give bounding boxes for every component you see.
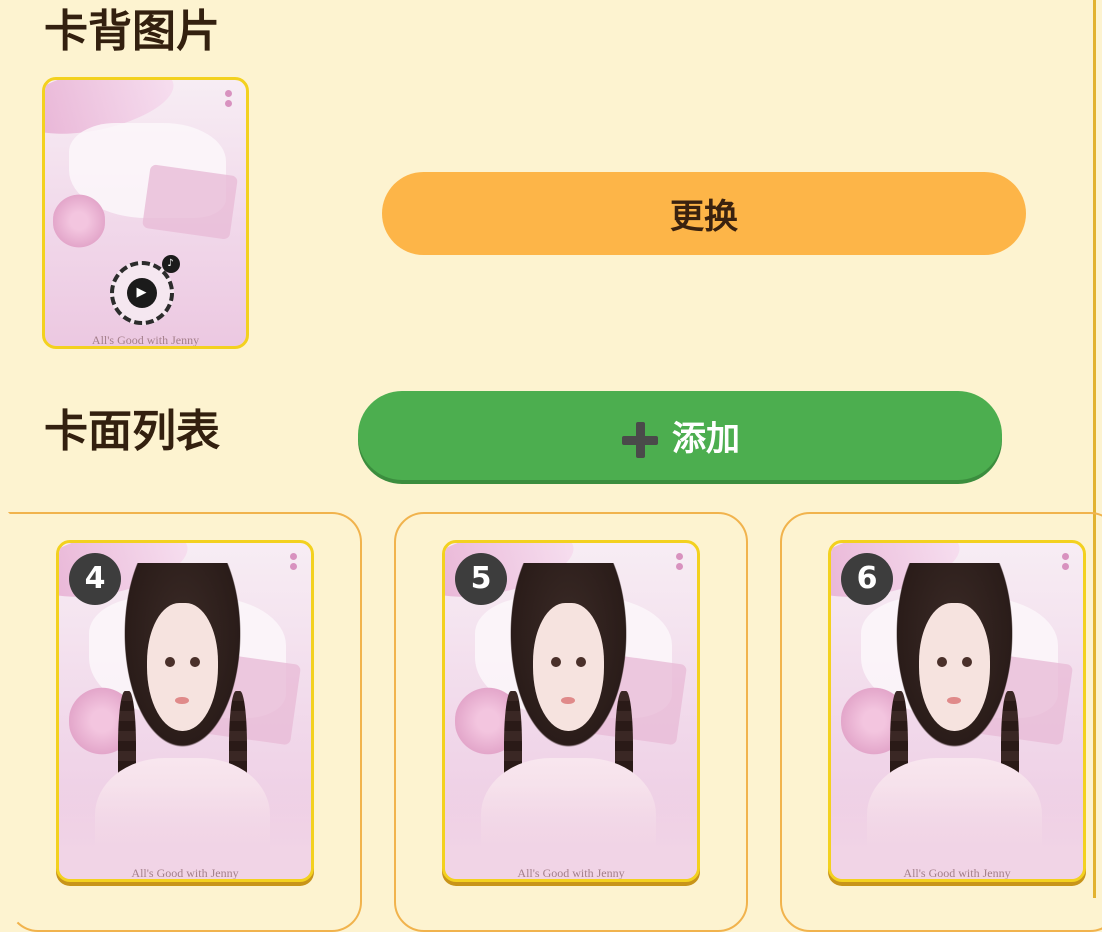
- decor-dots: [225, 90, 232, 110]
- decor-dots: [290, 553, 297, 573]
- decor-flower: [53, 186, 106, 256]
- card-back-title: 卡背图片: [44, 6, 220, 57]
- card-caption: All's Good with Jenny: [131, 866, 239, 880]
- card-face-image[interactable]: 4 All's Good with Jenny: [56, 540, 314, 882]
- decor-book: [141, 164, 238, 241]
- add-button-label: 添加: [672, 418, 740, 459]
- change-button[interactable]: 更换: [382, 172, 1026, 255]
- card-list-title: 卡面列表: [44, 406, 220, 457]
- card-face-tile[interactable]: 4 All's Good with Jenny: [8, 512, 362, 932]
- card-face-image[interactable]: 6 All's Good with Jenny: [828, 540, 1086, 882]
- qr-code: ▶ ♪: [109, 254, 180, 325]
- decor-dots: [1062, 553, 1069, 573]
- card-face-tile[interactable]: 6 All's Good with Jenny: [780, 512, 1102, 932]
- decor-dots: [676, 553, 683, 573]
- play-icon: ▶: [126, 277, 157, 308]
- card-face-tile[interactable]: 5 All's Good with Jenny: [394, 512, 748, 932]
- card-number-badge: 5: [455, 553, 507, 605]
- card-back-preview[interactable]: ▶ ♪ All's Good with Jenny: [42, 77, 249, 349]
- plus-icon: [620, 420, 660, 460]
- card-caption: All's Good with Jenny: [903, 866, 1011, 880]
- add-button[interactable]: 添加: [358, 391, 1002, 480]
- card-face-image[interactable]: 5 All's Good with Jenny: [442, 540, 700, 882]
- card-number-badge: 6: [841, 553, 893, 605]
- card-number-badge: 4: [69, 553, 121, 605]
- card-caption: All's Good with Jenny: [517, 866, 625, 880]
- tiktok-icon: ♪: [161, 254, 180, 273]
- card-back-caption: All's Good with Jenny: [91, 333, 200, 347]
